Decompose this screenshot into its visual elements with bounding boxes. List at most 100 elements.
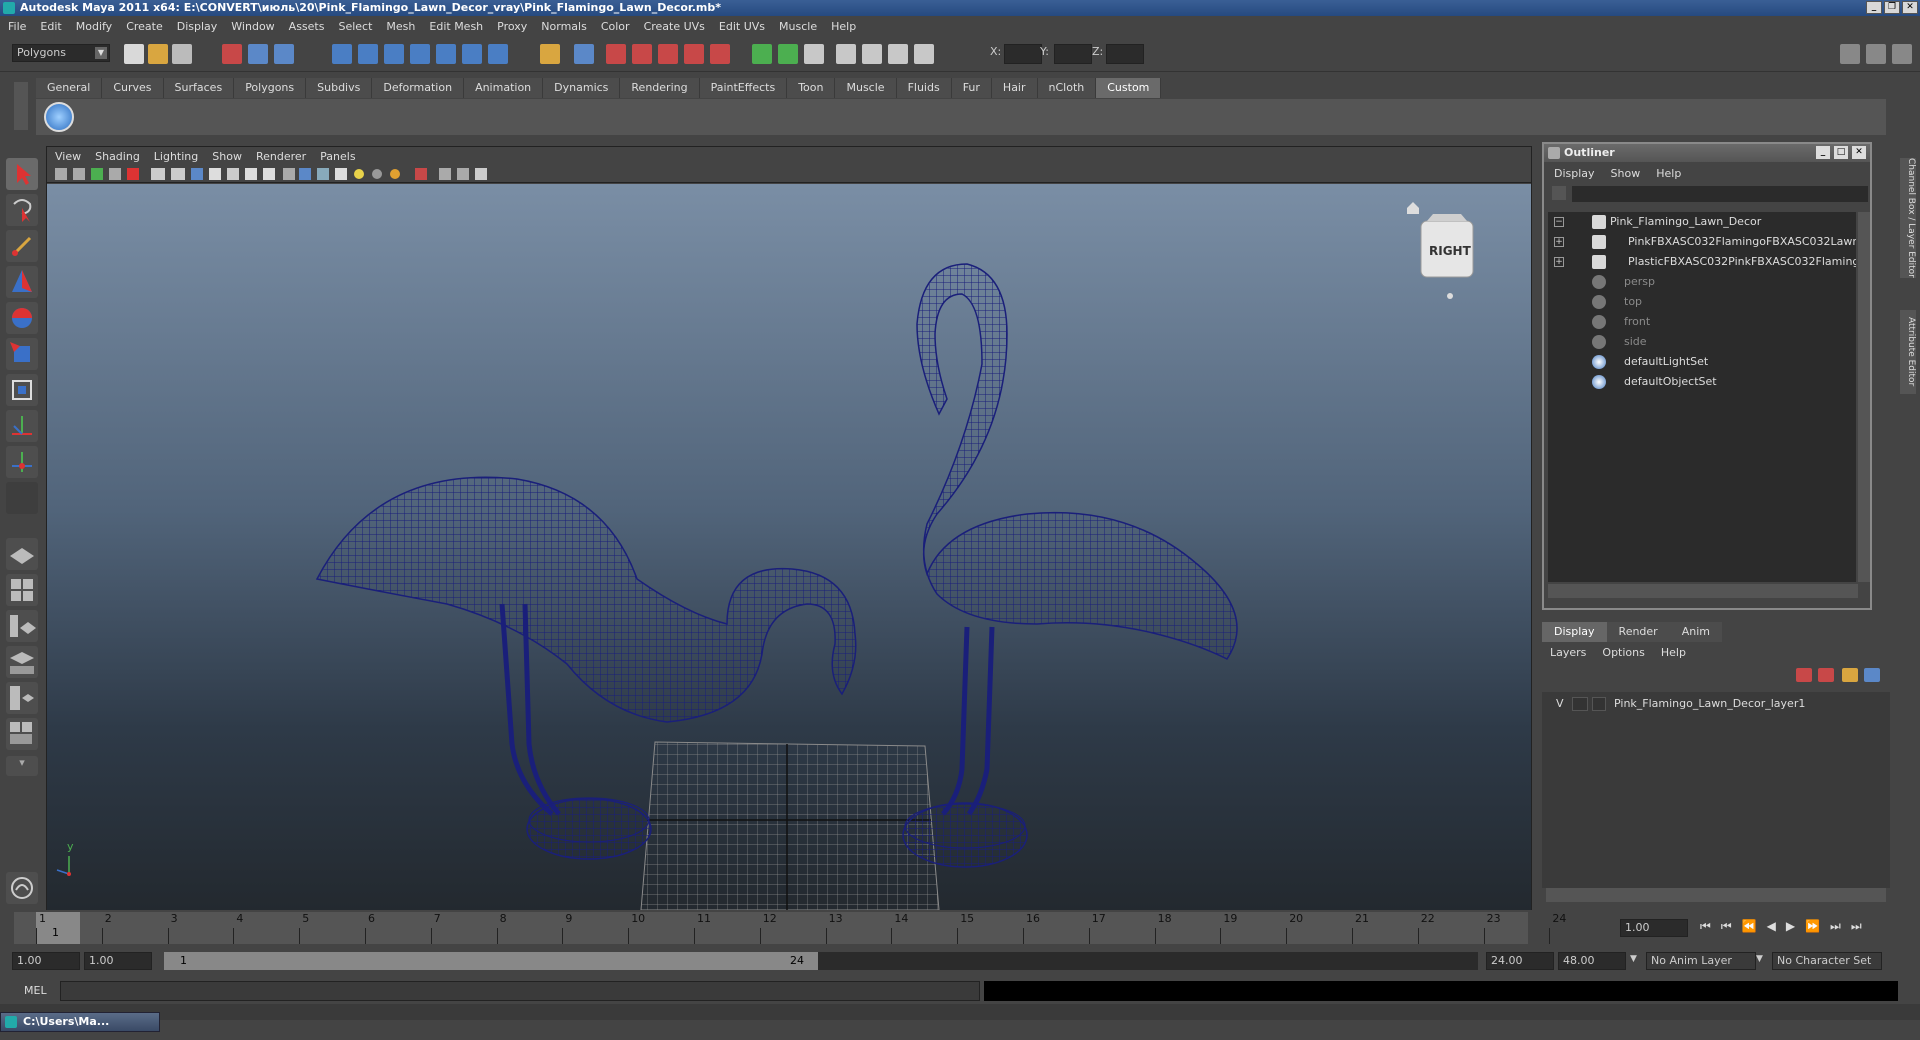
step-back-key-icon[interactable]: ⏮ <box>1721 919 1732 937</box>
outliner-item[interactable]: defaultObjectSet <box>1548 372 1856 392</box>
paint-select-icon[interactable] <box>6 230 38 262</box>
shelf-tab-curves[interactable]: Curves <box>102 78 164 98</box>
lasso-tool-icon[interactable] <box>6 194 38 226</box>
shelf-tab-animation[interactable]: Animation <box>464 78 544 98</box>
shelf-tab-custom[interactable]: Custom <box>1096 78 1162 98</box>
shelf-tab-deformation[interactable]: Deformation <box>372 78 465 98</box>
layer-tab-display[interactable]: Display <box>1542 622 1607 642</box>
soft-mod-icon[interactable] <box>6 410 38 442</box>
menu-create-uvs[interactable]: Create UVs <box>644 20 705 33</box>
viewport-menu-panels[interactable]: Panels <box>320 150 355 163</box>
expand-icon[interactable]: + <box>1554 237 1564 247</box>
select-component-icon[interactable] <box>274 44 294 64</box>
outliner-horizontal-scrollbar[interactable] <box>1548 584 1858 598</box>
outliner-item[interactable]: side <box>1548 332 1856 352</box>
outliner-menu-help[interactable]: Help <box>1656 167 1681 180</box>
play-forward-icon[interactable]: ▶ <box>1786 919 1795 937</box>
show-manipulator-icon[interactable] <box>6 446 38 478</box>
rename-icon[interactable] <box>888 44 908 64</box>
shelf-tab-toon[interactable]: Toon <box>787 78 836 98</box>
layout-outliner-icon[interactable] <box>6 610 38 642</box>
snap-point-icon[interactable] <box>384 44 404 64</box>
new-scene-icon[interactable] <box>124 44 144 64</box>
snap-live-icon[interactable] <box>436 44 456 64</box>
toggle-channel-box-icon[interactable] <box>1866 44 1886 64</box>
y-field[interactable] <box>1054 44 1092 64</box>
menu-proxy[interactable]: Proxy <box>497 20 527 33</box>
viewport-menu-renderer[interactable]: Renderer <box>256 150 306 163</box>
select-hierarchy-icon[interactable] <box>222 44 242 64</box>
step-forward-key-icon[interactable]: ⏭ <box>1830 919 1841 937</box>
minimize-button[interactable]: _ <box>1866 1 1882 14</box>
collapse-icon[interactable]: − <box>1554 217 1564 227</box>
attribute-editor-tab[interactable]: Attribute Editor <box>1900 310 1916 394</box>
shelf-tab-rendering[interactable]: Rendering <box>620 78 700 98</box>
shelf-tab-fur[interactable]: Fur <box>951 78 992 98</box>
layer-color-swatch[interactable] <box>1592 697 1606 711</box>
viewport-menu-view[interactable]: View <box>55 150 81 163</box>
hypershade-icon[interactable] <box>684 44 704 64</box>
current-frame-field[interactable]: 1.00 <box>1620 919 1688 937</box>
restore-button[interactable]: ❐ <box>1884 1 1900 14</box>
render-view-icon[interactable] <box>710 44 730 64</box>
render-frame-icon[interactable] <box>606 44 626 64</box>
script-language-label[interactable]: MEL <box>24 984 47 997</box>
help-icon[interactable] <box>488 44 508 64</box>
close-button[interactable]: ✕ <box>1902 1 1918 14</box>
select-tool-icon[interactable] <box>6 158 38 190</box>
toggle-sidebar-icon[interactable] <box>1840 44 1860 64</box>
open-scene-icon[interactable] <box>148 44 168 64</box>
filter-icon[interactable] <box>1552 186 1566 200</box>
layer-menu-layers[interactable]: Layers <box>1550 646 1586 659</box>
layer-type-toggle[interactable] <box>1572 697 1588 711</box>
scale-tool-icon[interactable] <box>6 338 38 370</box>
minimized-window[interactable]: C:\Users\Ma... <box>0 1012 160 1032</box>
character-set-dropdown[interactable]: No Character Set <box>1772 952 1882 970</box>
snap-plane-icon[interactable] <box>410 44 430 64</box>
relative-transform-icon[interactable] <box>862 44 882 64</box>
outliner-item[interactable]: front <box>1548 312 1856 332</box>
layer-menu-options[interactable]: Options <box>1602 646 1644 659</box>
shelf-tab-muscle[interactable]: Muscle <box>835 78 897 98</box>
outliner-menu-display[interactable]: Display <box>1554 167 1595 180</box>
toggle-tool-icon[interactable] <box>804 44 824 64</box>
shelf-tab-dynamics[interactable]: Dynamics <box>543 78 621 98</box>
last-tool-slot[interactable] <box>6 482 38 514</box>
snap-grid-icon[interactable] <box>332 44 352 64</box>
history-icon[interactable] <box>462 44 482 64</box>
menu-select[interactable]: Select <box>338 20 372 33</box>
layout-persp-graph-icon[interactable] <box>6 718 38 750</box>
checkmark-icon[interactable] <box>44 102 74 132</box>
layer-tab-anim[interactable]: Anim <box>1669 622 1722 642</box>
outliner-item[interactable]: − Pink_Flamingo_Lawn_Decor <box>1548 212 1856 232</box>
menu-modify[interactable]: Modify <box>76 20 112 33</box>
shelf-tab-general[interactable]: General <box>36 78 103 98</box>
layout-single-icon[interactable] <box>6 538 38 570</box>
go-to-start-icon[interactable]: ⏮ <box>1700 919 1711 937</box>
menu-assets[interactable]: Assets <box>289 20 325 33</box>
playback-start-field[interactable]: 1.00 <box>84 952 152 970</box>
outliner-item[interactable]: top <box>1548 292 1856 312</box>
absolute-transform-icon[interactable] <box>836 44 856 64</box>
toggle-channel-icon[interactable] <box>778 44 798 64</box>
snap-curve-icon[interactable] <box>358 44 378 64</box>
viewport-menu-lighting[interactable]: Lighting <box>154 150 198 163</box>
z-field[interactable] <box>1106 44 1144 64</box>
shelf-tab-surfaces[interactable]: Surfaces <box>163 78 235 98</box>
menu-muscle[interactable]: Muscle <box>779 20 817 33</box>
layer-move-down-icon[interactable] <box>1864 668 1880 682</box>
quick-selection-icon[interactable] <box>914 44 934 64</box>
outliner-item[interactable]: + PinkFBXASC032FlamingoFBXASC032LawnFB <box>1548 232 1856 252</box>
shelf-tab-subdivs[interactable]: Subdivs <box>306 78 373 98</box>
outliner-filter-field[interactable] <box>1572 186 1868 202</box>
playback-end-field[interactable]: 24.00 <box>1486 952 1554 970</box>
x-field[interactable] <box>1004 44 1042 64</box>
menu-create[interactable]: Create <box>126 20 163 33</box>
time-slider[interactable]: 1 1 2 3 4 5 6 7 8 9 10 11 12 13 14 15 16 17 18 19 20 21 22 23 2… <box>0 912 1920 944</box>
layer-menu-help[interactable]: Help <box>1661 646 1686 659</box>
layer-row[interactable]: V Pink_Flamingo_Lawn_Decor_layer1 <box>1542 694 1890 714</box>
shelf-tab-painteffects[interactable]: PaintEffects <box>699 78 788 98</box>
layout-four-icon[interactable] <box>6 574 38 606</box>
channel-box-tab[interactable]: Channel Box / Layer Editor <box>1900 158 1916 278</box>
layer-tab-render[interactable]: Render <box>1606 622 1670 642</box>
